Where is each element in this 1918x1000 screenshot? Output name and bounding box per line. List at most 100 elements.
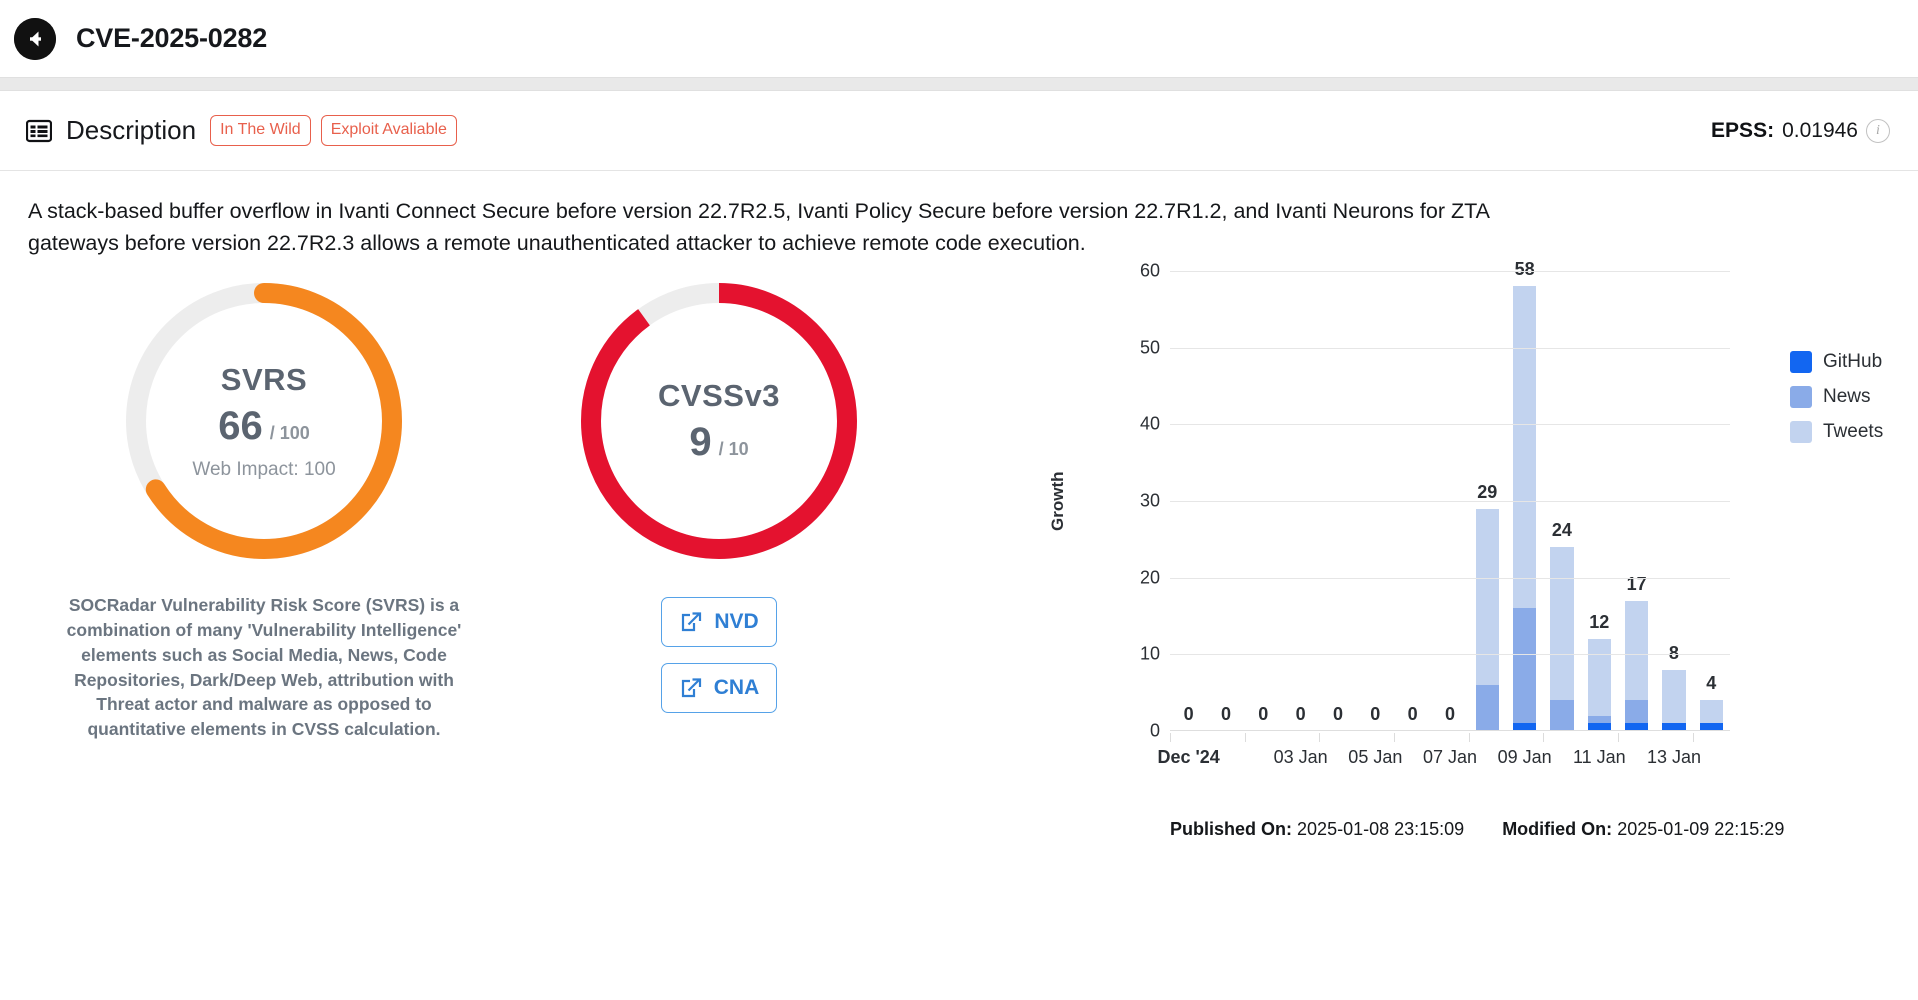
bar-stack[interactable] xyxy=(1550,547,1574,732)
external-link-icon xyxy=(682,612,702,632)
arrow-left-circle-icon xyxy=(14,17,56,60)
bar-value-label: 0 xyxy=(1370,704,1381,725)
x-axis-tick-mark xyxy=(1319,733,1321,743)
bar-value-label: 8 xyxy=(1668,642,1679,663)
gridline xyxy=(1170,271,1730,273)
cvss-gauge-block: CVSSv3 9 / 10 NVD CNA xyxy=(504,271,934,891)
epss-label: EPSS: xyxy=(1711,118,1775,142)
status-badge-exploit-available[interactable]: Exploit Avaliable xyxy=(320,115,457,146)
published-on-label: Published On: xyxy=(1170,819,1293,840)
bar-stack[interactable] xyxy=(1662,669,1686,732)
description-text: A stack-based buffer overflow in Ivanti … xyxy=(28,199,1489,256)
top-bar: CVE-2025-0282 xyxy=(0,0,1918,77)
bar-segment-news[interactable] xyxy=(1513,608,1537,724)
x-axis-tick-marks xyxy=(1170,733,1730,747)
y-axis-ticks: 0 10 20 30 40 50 60 xyxy=(1060,261,1160,741)
bar-segment-tweets[interactable] xyxy=(1625,600,1649,701)
cna-button[interactable]: CNA xyxy=(661,663,777,714)
legend-label: GitHub xyxy=(1823,351,1883,373)
published-on: Published On: 2025-01-08 23:15:09 xyxy=(1170,819,1464,840)
y-axis-tick-label: 10 xyxy=(1139,643,1160,664)
gridline xyxy=(1170,424,1730,426)
page-title: CVE-2025-0282 xyxy=(76,23,268,53)
bar-segment-tweets[interactable] xyxy=(1587,639,1611,716)
bar-segment-tweets[interactable] xyxy=(1475,508,1499,686)
back-button[interactable] xyxy=(14,17,56,60)
x-axis-line xyxy=(1170,729,1730,732)
bar-stack[interactable] xyxy=(1587,639,1611,732)
bar-segment-news[interactable] xyxy=(1475,685,1499,732)
bar-segment-news[interactable] xyxy=(1587,715,1611,724)
bar-value-label: 12 xyxy=(1589,612,1610,633)
bar-value-label: 0 xyxy=(1332,704,1343,725)
legend-label: News xyxy=(1823,386,1871,408)
bar-segment-tweets[interactable] xyxy=(1699,700,1723,724)
gridline xyxy=(1170,347,1730,349)
bar-segment-tweets[interactable] xyxy=(1662,669,1686,724)
x-axis-tick-label: Dec '24 xyxy=(1157,747,1220,768)
chart-legend: GitHub News Tweets xyxy=(1790,351,1883,456)
bar-segment-tweets[interactable] xyxy=(1550,547,1574,701)
growth-chart: Growth 0 10 20 30 40 50 60 0 0 0 0 0 0 0 0 29 58 24 12 17 8… xyxy=(1030,259,1910,891)
section-divider xyxy=(0,77,1918,91)
table-list-icon xyxy=(26,119,52,142)
gauges-column: SVRS 66 / 100 Web Impact: 100 SOCRadar V… xyxy=(0,271,1030,891)
epss-group: EPSS: 0.01946 i xyxy=(1711,118,1890,143)
legend-swatch-news xyxy=(1790,386,1812,409)
modified-on: Modified On: 2025-01-09 22:15:29 xyxy=(1502,819,1784,840)
x-axis-tick-mark xyxy=(1394,733,1395,743)
x-axis-tick-label: 13 Jan xyxy=(1646,747,1702,768)
modified-on-label: Modified On: xyxy=(1502,819,1613,840)
section-title: Description xyxy=(66,115,197,145)
published-on-value: 2025-01-08 23:15:09 xyxy=(1297,819,1465,840)
y-axis-tick-label: 20 xyxy=(1139,567,1160,588)
cna-button-label: CNA xyxy=(713,676,760,700)
nvd-button-label: NVD xyxy=(714,610,759,634)
legend-item-news[interactable]: News xyxy=(1790,386,1883,409)
legend-label: Tweets xyxy=(1823,421,1884,443)
y-axis-tick-label: 40 xyxy=(1139,413,1160,434)
x-axis-tick-label: 07 Jan xyxy=(1422,747,1478,768)
y-axis-tick-label: 50 xyxy=(1139,337,1160,358)
x-axis-tick-mark xyxy=(1692,733,1694,743)
bar-value-label: 0 xyxy=(1183,704,1194,725)
svrs-donut-chart xyxy=(126,283,402,560)
x-axis-tick-label: 09 Jan xyxy=(1497,747,1552,768)
bar-value-label: 0 xyxy=(1444,704,1455,725)
modified-on-value: 2025-01-09 22:15:29 xyxy=(1617,819,1785,840)
cvss-donut-chart xyxy=(581,283,857,560)
status-badge-in-the-wild[interactable]: In The Wild xyxy=(210,115,311,146)
svrs-explainer-text: SOCRadar Vulnerability Risk Score (SVRS)… xyxy=(66,595,462,740)
nvd-button[interactable]: NVD xyxy=(661,597,777,648)
svrs-donut: SVRS 66 / 100 Web Impact: 100 xyxy=(114,271,414,571)
bar-value-label: 0 xyxy=(1220,704,1231,725)
description-header: Description In The Wild Exploit Avaliabl… xyxy=(0,91,1918,171)
gridline xyxy=(1170,654,1730,656)
bar-value-label: 58 xyxy=(1514,259,1535,280)
gridline xyxy=(1170,501,1730,503)
bar-stack[interactable] xyxy=(1625,600,1649,732)
y-axis-tick-label: 0 xyxy=(1149,720,1160,741)
main-content: SVRS 66 / 100 Web Impact: 100 SOCRadar V… xyxy=(0,259,1918,891)
x-axis-tick-mark xyxy=(1618,733,1619,743)
y-axis-tick-label: 30 xyxy=(1139,490,1160,511)
y-axis-tick-label: 60 xyxy=(1139,260,1160,281)
bar-stack[interactable] xyxy=(1513,286,1537,732)
legend-item-github[interactable]: GitHub xyxy=(1790,351,1883,374)
external-link-icon xyxy=(681,678,701,698)
bar-segment-news[interactable] xyxy=(1550,700,1574,732)
legend-item-tweets[interactable]: Tweets xyxy=(1790,421,1884,444)
bar-segment-news[interactable] xyxy=(1625,700,1649,724)
x-axis-labels: Dec '24 03 Jan 05 Jan 07 Jan 09 Jan 11 Jan 13 … xyxy=(1157,747,1730,777)
growth-chart-column: Growth 0 10 20 30 40 50 60 0 0 0 0 0 0 0 0 29 58 24 12 17 8… xyxy=(1030,259,1918,891)
bar-segment-tweets[interactable] xyxy=(1513,286,1537,609)
legend-swatch-tweets xyxy=(1790,421,1812,444)
bar-stack[interactable] xyxy=(1475,508,1499,732)
bar-stack[interactable] xyxy=(1699,700,1723,732)
x-axis-tick-mark xyxy=(1468,733,1470,743)
x-axis-tick-mark xyxy=(1244,733,1246,743)
x-axis-tick-mark xyxy=(1170,733,1171,743)
svrs-gauge-block: SVRS 66 / 100 Web Impact: 100 SOCRadar V… xyxy=(24,271,504,891)
info-circle-icon[interactable]: i xyxy=(1866,118,1890,143)
bar-value-label: 0 xyxy=(1258,704,1269,725)
